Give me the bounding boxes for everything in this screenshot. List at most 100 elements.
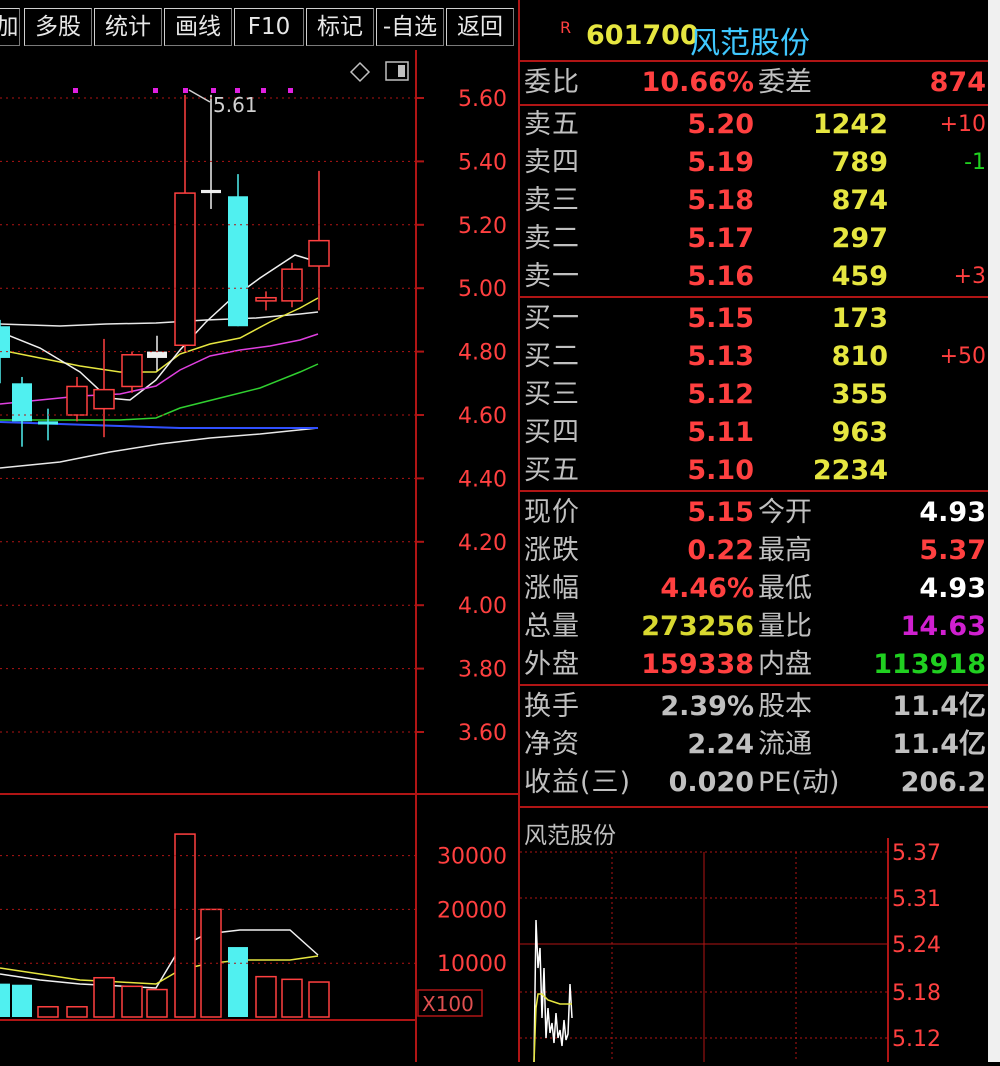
fundamental-value-2: 11.4亿 xyxy=(892,729,986,760)
toolbar-draw-line-button[interactable]: 画线 xyxy=(164,8,232,46)
volume-unit-label: X100 xyxy=(422,992,474,1016)
quote-label: 总量 xyxy=(524,611,580,642)
kline-chart[interactable]: 5.60 5.40 5.20 5.00 4.80 4.60 4.40 4.20 4.00 3.80… xyxy=(0,50,518,1062)
diamond-icon[interactable] xyxy=(349,61,371,83)
fundamental-value: 0.020 xyxy=(668,767,754,798)
toolbar-statistics-button[interactable]: 统计 xyxy=(94,8,162,46)
buy-price: 5.15 xyxy=(687,303,754,334)
volume-bar xyxy=(66,1006,88,1018)
scrollbar-strip[interactable] xyxy=(988,0,1000,1062)
volume-tick-label: 30000 xyxy=(437,845,507,870)
fundamental-value-2: 11.4亿 xyxy=(892,691,986,722)
candle-body xyxy=(93,388,115,410)
sell-change: -1 xyxy=(964,150,986,175)
buy-level-label: 买五 xyxy=(524,455,580,486)
ma-white-line xyxy=(0,311,319,327)
sell-level-label: 卖四 xyxy=(524,147,580,178)
price-axis: 5.60 5.40 5.20 5.00 4.80 4.60 4.40 4.20 4.00 3.80… xyxy=(0,87,507,746)
price-tick-label: 4.20 xyxy=(458,531,507,556)
mini-price-tick-label: 5.24 xyxy=(892,933,941,958)
candle-body xyxy=(121,354,143,388)
price-tick-label: 4.40 xyxy=(458,467,507,492)
candle-body xyxy=(228,196,248,327)
mini-price-tick-label: 5.31 xyxy=(892,887,941,912)
buy-volume: 173 xyxy=(831,303,888,334)
quote-row: 总量 273256 量比 14.63 xyxy=(524,608,988,646)
price-tick-label: 3.60 xyxy=(458,721,507,746)
quote-value-2: 113918 xyxy=(873,649,986,680)
volume-bar xyxy=(255,975,277,1018)
toolbar-multi-stock-button[interactable]: 多股 xyxy=(24,8,92,46)
buy-price: 5.13 xyxy=(687,341,754,372)
volume-bar xyxy=(308,981,330,1018)
sell-level-label: 卖一 xyxy=(524,261,580,292)
buy-row: 买一 5.15 173 xyxy=(524,300,988,338)
buy-level-label: 买二 xyxy=(524,341,580,372)
sell-change: +3 xyxy=(953,264,986,289)
fundamental-label: 收益(三) xyxy=(524,767,632,798)
quote-label-2: 量比 xyxy=(758,611,812,642)
toolbar: 加 多股 统计 画线 F10 标记 -自选 返回 xyxy=(0,0,518,50)
price-tick-label: 4.00 xyxy=(458,594,507,619)
toolbar-back-button[interactable]: 返回 xyxy=(446,8,514,46)
candle-body xyxy=(147,351,167,358)
sell-level-label: 卖五 xyxy=(524,109,580,140)
sell-price: 5.16 xyxy=(687,261,754,292)
candles-group xyxy=(0,94,330,447)
toolbar-f10-button[interactable]: F10 xyxy=(234,8,304,46)
fundamental-label-2: PE(动) xyxy=(758,767,840,798)
quote-value: 4.46% xyxy=(660,573,754,604)
quote-value-2: 5.37 xyxy=(919,535,986,566)
toolbar-mark-button[interactable]: 标记 xyxy=(306,8,374,46)
sell-row: 卖二 5.17 297 xyxy=(524,220,988,258)
price-tick-label: 4.80 xyxy=(458,341,507,366)
sell-volume: 789 xyxy=(831,147,888,178)
sell-change: +10 xyxy=(939,112,986,137)
candle-body xyxy=(201,189,221,194)
signal-markers xyxy=(73,88,293,93)
quote-label: 外盘 xyxy=(524,649,580,680)
volume-tick-label: 20000 xyxy=(437,898,507,923)
sell-price: 5.17 xyxy=(687,223,754,254)
buy-level-label: 买三 xyxy=(524,379,580,410)
fundamental-row: 净资 2.24 流通 11.4亿 xyxy=(524,726,988,764)
sell-volume: 297 xyxy=(831,223,888,254)
toolbar-watchlist-button[interactable]: -自选 xyxy=(376,8,444,46)
quote-value: 159338 xyxy=(641,649,754,680)
mini-price-tick-label: 5.37 xyxy=(892,841,941,866)
sell-price: 5.20 xyxy=(687,109,754,140)
volume-bar xyxy=(0,983,10,1017)
quote-value-2: 14.63 xyxy=(900,611,986,642)
quote-row: 外盘 159338 内盘 113918 xyxy=(524,646,988,684)
toolbar-add-button[interactable]: 加 xyxy=(0,8,20,46)
quote-value-2: 4.93 xyxy=(919,573,986,604)
buy-volume: 355 xyxy=(831,379,888,410)
fundamental-row: 换手 2.39% 股本 11.4亿 xyxy=(524,688,988,726)
high-label-pointer xyxy=(188,89,211,103)
buy-row: 买五 5.10 2234 xyxy=(524,452,988,490)
candle-body xyxy=(38,421,58,425)
kline-chart-area[interactable]: 5.60 5.40 5.20 5.00 4.80 4.60 4.40 4.20 4.00 3.80… xyxy=(0,50,518,1062)
candle-body xyxy=(255,296,277,302)
mini-price-tick-label: 5.18 xyxy=(892,981,941,1006)
quote-row: 涨跌 0.22 最高 5.37 xyxy=(524,532,988,570)
volume-tick-label: 10000 xyxy=(437,952,507,977)
wei-row: 委比 10.66% 委差 874 xyxy=(524,64,988,102)
mini-intraday-chart[interactable]: 5.37 5.31 5.24 5.18 5.12 xyxy=(520,808,990,1062)
fundamental-label-2: 股本 xyxy=(758,691,812,722)
quote-label-2: 最高 xyxy=(758,535,812,566)
stock-code: 601700 xyxy=(586,20,699,51)
fundamental-row: 收益(三) 0.020 PE(动) 206.2 xyxy=(524,764,988,802)
sell-price: 5.18 xyxy=(687,185,754,216)
buy-row: 买三 5.12 355 xyxy=(524,376,988,414)
volume-bar xyxy=(93,976,115,1018)
stock-name: 风范股份 xyxy=(690,26,810,61)
quote-label-2: 最低 xyxy=(758,573,812,604)
quote-value: 273256 xyxy=(641,611,754,642)
window-toggle-icon[interactable] xyxy=(385,61,409,81)
mini-price-axis: 5.37 5.31 5.24 5.18 5.12 xyxy=(892,841,941,1052)
volume-bar xyxy=(146,988,168,1018)
sell-volume: 1242 xyxy=(812,109,888,140)
quote-label: 涨幅 xyxy=(524,573,580,604)
volume-bar xyxy=(174,833,196,1018)
